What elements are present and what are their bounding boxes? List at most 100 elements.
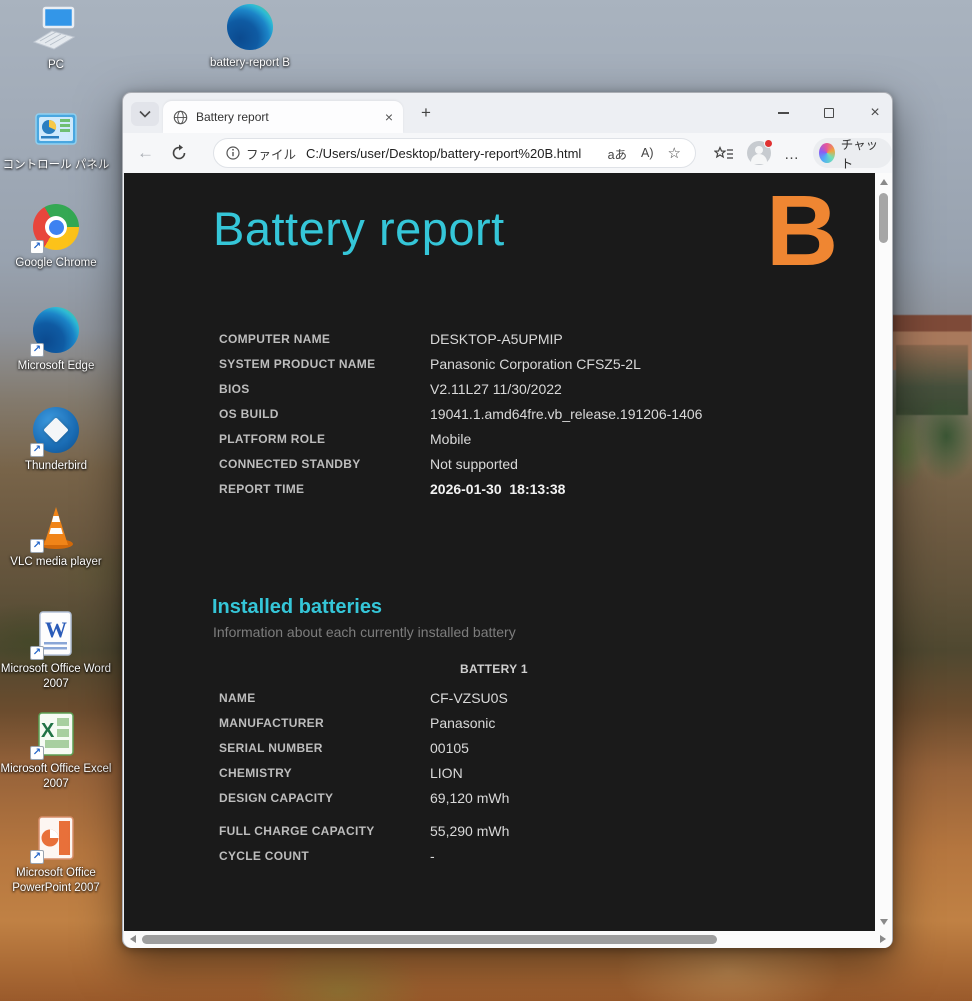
back-button[interactable]: ← (137, 143, 154, 163)
address-url[interactable]: C:/Users/user/Desktop/battery-report%20B… (306, 146, 608, 161)
vertical-scrollbar[interactable] (875, 173, 892, 931)
svg-text:X: X (41, 720, 55, 742)
info-value: DESKTOP-A5UPMIP (430, 331, 563, 347)
system-info-table: COMPUTER NAME DESKTOP-A5UPMIP SYSTEM PRO… (219, 326, 702, 501)
scroll-left-arrow[interactable] (130, 935, 136, 943)
scroll-right-arrow[interactable] (880, 935, 886, 943)
tab-strip: Battery report × + × (123, 93, 892, 133)
shortcut-arrow-icon: ↗ (30, 746, 44, 760)
battery-label: SERIAL NUMBER (219, 741, 430, 755)
battery-value: - (430, 848, 435, 864)
desktop-icon-label: Microsoft Edge (0, 359, 112, 374)
table-row: SYSTEM PRODUCT NAME Panasonic Corporatio… (219, 351, 702, 376)
desktop-icon-word[interactable]: W ↗ Microsoft Office Word 2007 (0, 610, 112, 692)
info-value: Mobile (430, 431, 471, 447)
table-row: PLATFORM ROLE Mobile (219, 426, 702, 451)
favorites-hub-button[interactable] (713, 143, 735, 165)
address-protocol-label: ファイル (246, 144, 296, 163)
section-subtitle: Information about each currently install… (213, 624, 516, 640)
tab-close-button[interactable]: × (385, 109, 393, 125)
desktop-icon-label: Microsoft Office PowerPoint 2007 (0, 866, 112, 896)
minimize-button[interactable] (768, 99, 798, 127)
desktop-icon-label: battery-report B (194, 56, 306, 71)
battery-label: DESIGN CAPACITY (219, 791, 430, 805)
table-row: COMPUTER NAME DESKTOP-A5UPMIP (219, 326, 702, 351)
table-row: DESIGN CAPACITY 69,120 mWh (219, 785, 509, 810)
new-tab-button[interactable]: + (413, 103, 439, 125)
info-label: BIOS (219, 382, 430, 396)
table-row: CYCLE COUNT - (219, 843, 509, 868)
browser-toolbar: ← ファイル C:/Users/user/Desktop/battery-rep… (123, 133, 892, 173)
table-row: NAME CF-VZSU0S (219, 685, 509, 710)
battery-value: CF-VZSU0S (430, 690, 508, 706)
info-label: PLATFORM ROLE (219, 432, 430, 446)
favorite-star-icon[interactable]: ☆ (668, 144, 681, 162)
settings-more-button[interactable]: … (781, 143, 803, 165)
battery-label: NAME (219, 691, 430, 705)
profile-avatar[interactable] (747, 141, 771, 165)
battery-label: FULL CHARGE CAPACITY (219, 824, 430, 838)
desktop-icon-vlc[interactable]: ↗ VLC media player (0, 503, 112, 570)
control-panel-icon (32, 106, 80, 154)
pc-icon (32, 6, 80, 54)
shortcut-arrow-icon: ↗ (30, 850, 44, 864)
battery-label: MANUFACTURER (219, 716, 430, 730)
scroll-up-arrow[interactable] (880, 179, 888, 185)
desktop-icon-powerpoint[interactable]: ↗ Microsoft Office PowerPoint 2007 (0, 814, 112, 896)
info-value: 19041.1.amd64fre.vb_release.191206-1406 (430, 406, 702, 422)
desktop-icon-label: Microsoft Office Word 2007 (0, 662, 112, 692)
tab-battery-report[interactable]: Battery report × (163, 101, 403, 133)
info-label: COMPUTER NAME (219, 332, 430, 346)
info-label: CONNECTED STANDBY (219, 457, 430, 471)
info-value: Not supported (430, 456, 518, 472)
vertical-scroll-thumb[interactable] (879, 193, 888, 243)
address-bar[interactable]: ファイル C:/Users/user/Desktop/battery-repor… (213, 138, 696, 168)
copilot-label: チャット (841, 134, 880, 172)
desktop-icon-control-panel[interactable]: コントロール パネル (0, 106, 112, 173)
desktop-icon-pc[interactable]: PC (0, 6, 112, 73)
page-info-icon[interactable] (226, 146, 240, 160)
table-row: FULL CHARGE CAPACITY 55,290 mWh (219, 818, 509, 843)
maximize-button[interactable] (814, 99, 844, 127)
svg-text:W: W (45, 617, 67, 642)
table-row: REPORT TIME 2026-01-30 18:13:38 (219, 476, 702, 501)
info-label: SYSTEM PRODUCT NAME (219, 357, 430, 371)
edge-browser-window: Battery report × + × ← ファイル C:/ (122, 92, 893, 948)
battery-value: Panasonic (430, 715, 495, 731)
close-window-button[interactable]: × (860, 99, 890, 127)
battery-value: 00105 (430, 740, 469, 756)
table-row: MANUFACTURER Panasonic (219, 710, 509, 735)
info-value: 2026-01-30 18:13:38 (430, 481, 565, 497)
battery-label: CYCLE COUNT (219, 849, 430, 863)
desktop-icon-battery-report[interactable]: battery-report B (194, 3, 306, 71)
chevron-down-icon (139, 110, 151, 118)
tab-title: Battery report (196, 110, 375, 124)
notification-dot (764, 139, 773, 148)
info-value: V2.11L27 11/30/2022 (430, 381, 562, 397)
horizontal-scroll-thumb[interactable] (142, 935, 717, 944)
desktop-icon-microsoft-edge[interactable]: ↗ Microsoft Edge (0, 306, 112, 374)
battery-value: 69,120 mWh (430, 790, 509, 806)
desktop-icon-label: VLC media player (0, 555, 112, 570)
shortcut-arrow-icon: ↗ (30, 240, 44, 254)
tab-search-button[interactable] (131, 102, 159, 126)
scroll-down-arrow[interactable] (880, 919, 888, 925)
battery-column-header: BATTERY 1 (460, 662, 528, 676)
shortcut-arrow-icon: ↗ (30, 343, 44, 357)
watermark-b: B (766, 181, 838, 281)
battery-label: CHEMISTRY (219, 766, 430, 780)
desktop-icon-label: Thunderbird (0, 459, 112, 474)
copilot-icon (819, 143, 835, 163)
table-row: BIOS V2.11L27 11/30/2022 (219, 376, 702, 401)
desktop-icon-thunderbird[interactable]: ↗ Thunderbird (0, 406, 112, 474)
info-label: REPORT TIME (219, 482, 430, 496)
translate-icon[interactable]: aあ (608, 144, 627, 163)
desktop-icon-google-chrome[interactable]: ↗ Google Chrome (0, 203, 112, 271)
read-aloud-icon[interactable]: A) (641, 146, 654, 160)
battery-report-page: Battery report B COMPUTER NAME DESKTOP-A… (124, 173, 876, 931)
horizontal-scrollbar[interactable] (124, 931, 892, 948)
copilot-chat-button[interactable]: チャット (813, 138, 892, 168)
desktop-icon-excel[interactable]: X ↗ Microsoft Office Excel 2007 (0, 710, 112, 792)
reload-button[interactable] (170, 144, 188, 162)
desktop-icon-label: Microsoft Office Excel 2007 (0, 762, 112, 792)
